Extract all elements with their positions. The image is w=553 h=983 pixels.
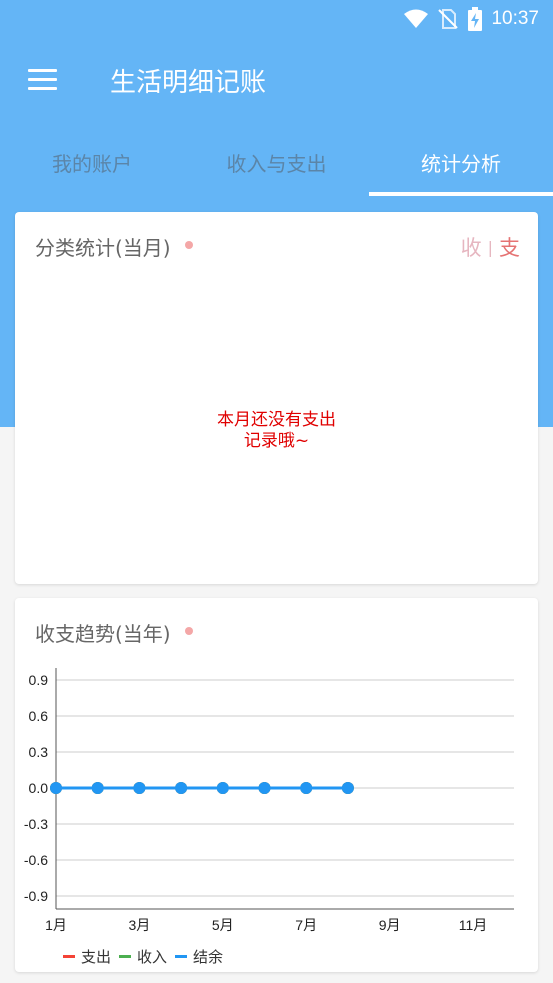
y-tick-label: -0.9 <box>24 888 48 904</box>
status-bar: 10:37 <box>0 0 553 38</box>
legend-swatch-income <box>119 955 132 958</box>
status-time: 10:37 <box>491 8 539 29</box>
tab-bar: 我的账户 收入与支出 统计分析 <box>0 128 553 196</box>
data-point <box>175 782 188 794</box>
x-tick-label: 3月 <box>129 917 151 933</box>
legend-item-income: 收入 <box>119 946 167 967</box>
menu-button[interactable] <box>20 58 64 102</box>
legend-item-expense: 支出 <box>63 946 111 967</box>
category-stats-title: 分类统计(当月) <box>35 236 171 260</box>
data-point <box>216 782 229 794</box>
legend-label-balance: 结余 <box>193 948 224 966</box>
y-tick-label: 0.9 <box>29 672 49 688</box>
x-tick-label: 11月 <box>459 917 488 933</box>
legend-item-balance: 结余 <box>175 946 223 967</box>
data-point <box>91 782 104 794</box>
wifi-icon <box>404 9 429 28</box>
toggle-separator: | <box>487 237 493 257</box>
x-tick-label: 9月 <box>379 917 401 933</box>
toolbar: 生活明细记账 <box>0 38 553 122</box>
x-tick-label: 1月 <box>45 917 67 933</box>
menu-icon-bar <box>28 78 57 81</box>
trend-card: 收支趋势(当年) 0.9 0.6 0.3 0.0 -0.3 -0.6 -0.9 1月 3月 5月 7… <box>15 598 538 972</box>
y-tick-label: 0.3 <box>29 744 49 760</box>
y-tick-label: 0.0 <box>29 780 49 796</box>
legend-swatch-balance <box>175 955 188 958</box>
x-tick-label: 7月 <box>295 917 317 933</box>
indicator-dot <box>185 241 193 249</box>
empty-state-line-2: 记录哦~ <box>243 431 310 451</box>
menu-icon <box>28 69 57 72</box>
toggle-income[interactable]: 收 <box>461 232 482 262</box>
tab-income-expense[interactable]: 收入与支出 <box>184 128 369 196</box>
data-point <box>133 782 146 794</box>
y-tick-label: -0.3 <box>24 816 48 832</box>
app-title: 生活明细记账 <box>110 68 267 98</box>
empty-state-message: 本月还没有支出 记录哦~ <box>15 410 538 452</box>
income-expense-toggle: 收 | 支 <box>461 232 520 262</box>
tab-indicator <box>369 192 553 196</box>
data-point <box>258 782 271 794</box>
legend-swatch-expense <box>63 955 75 958</box>
menu-icon-bar <box>28 87 57 90</box>
data-point <box>300 782 313 794</box>
legend-label-expense: 支出 <box>81 948 112 966</box>
battery-charging-icon <box>468 7 483 31</box>
trend-chart: 0.9 0.6 0.3 0.0 -0.3 -0.6 -0.9 1月 3月 5月 7月 9月 11月 <box>24 668 514 933</box>
legend-label-income: 收入 <box>137 948 168 966</box>
tab-my-accounts[interactable]: 我的账户 <box>0 128 184 196</box>
y-tick-label: 0.6 <box>29 708 49 724</box>
chart-legend: 支出 收入 结余 <box>63 946 231 967</box>
toggle-expense[interactable]: 支 <box>499 232 520 262</box>
empty-state-line-1: 本月还没有支出 <box>217 410 336 430</box>
data-point <box>341 782 354 794</box>
tab-statistics[interactable]: 统计分析 <box>369 128 553 196</box>
no-sim-icon <box>438 9 459 29</box>
y-tick-label: -0.6 <box>24 852 48 868</box>
category-stats-card: 分类统计(当月) 收 | 支 本月还没有支出 记录哦~ <box>15 212 538 584</box>
data-point <box>50 782 62 794</box>
x-tick-label: 5月 <box>212 917 234 933</box>
